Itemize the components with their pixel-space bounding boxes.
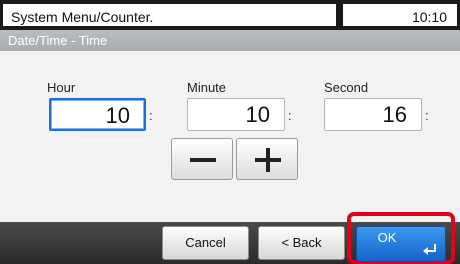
plus-icon (255, 148, 281, 172)
screen: System Menu/Counter. 10:10 Date/Time - T… (0, 0, 460, 264)
minute-value: 10 (245, 102, 270, 127)
hour-separator: : (149, 108, 153, 123)
page-title: Date/Time - Time (8, 33, 108, 48)
second-field[interactable]: 16 (324, 98, 422, 131)
minute-separator: : (288, 108, 292, 123)
sub-header: Date/Time - Time (0, 30, 460, 51)
minus-icon (190, 158, 216, 162)
clock-box: 10:10 (343, 4, 457, 26)
back-button[interactable]: < Back (258, 226, 345, 260)
hour-field[interactable]: 10 (49, 98, 146, 131)
minute-label: Minute (187, 80, 227, 95)
enter-icon (423, 244, 436, 255)
clock: 10:10 (411, 9, 447, 25)
second-separator: : (425, 108, 429, 123)
second-label: Second (324, 80, 369, 95)
hour-label: Hour (47, 80, 76, 95)
minute-field[interactable]: 10 (187, 98, 285, 131)
cancel-button[interactable]: Cancel (162, 226, 249, 260)
ok-label: OK (377, 230, 397, 245)
second-value: 16 (382, 102, 407, 127)
title-box: System Menu/Counter. (3, 4, 336, 26)
window-title: System Menu/Counter. (11, 9, 154, 25)
ok-button[interactable]: OK (356, 226, 446, 262)
decrement-button[interactable] (171, 138, 233, 180)
increment-button[interactable] (236, 138, 298, 180)
time-settings-panel: Hour Minute Second 10 : 10 : 16 : (0, 51, 460, 221)
top-bar: System Menu/Counter. 10:10 (0, 0, 460, 30)
hour-value: 10 (105, 103, 130, 128)
